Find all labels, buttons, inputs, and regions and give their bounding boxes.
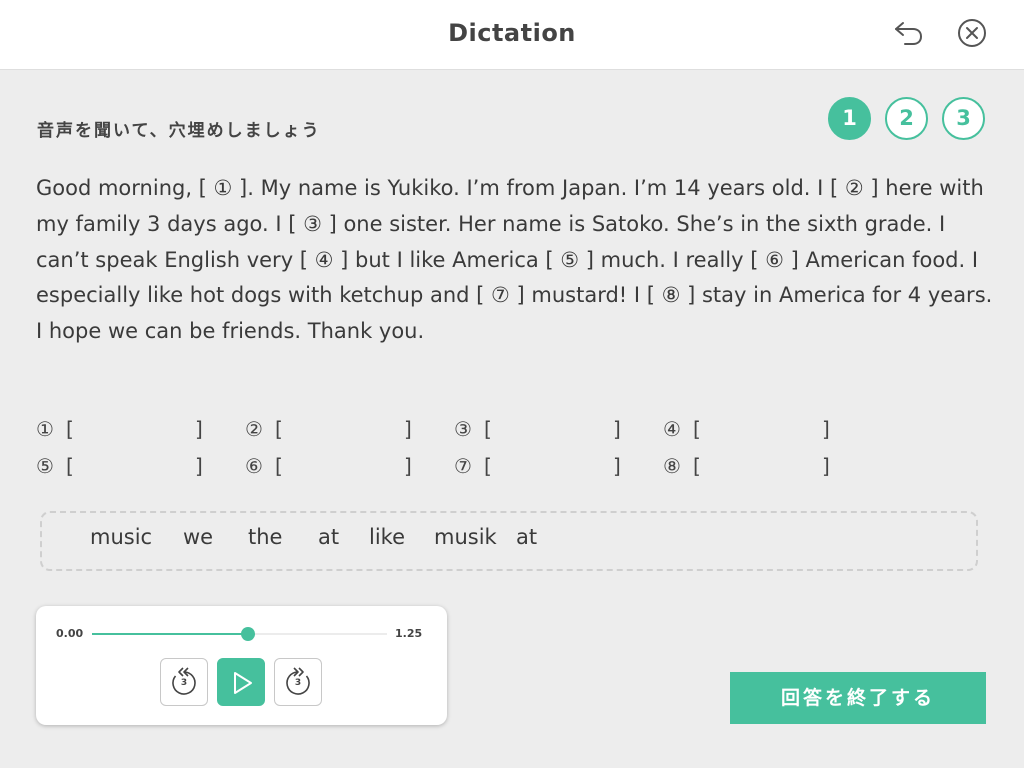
word-chip[interactable]: music bbox=[90, 525, 152, 549]
seek-slider[interactable] bbox=[92, 627, 387, 641]
open-bracket: [ bbox=[66, 417, 74, 441]
word-chip[interactable]: musik bbox=[434, 525, 497, 549]
seek-progress bbox=[92, 633, 249, 635]
open-bracket: [ bbox=[484, 454, 492, 478]
back-button[interactable] bbox=[892, 17, 924, 49]
forward-button[interactable]: 3 bbox=[274, 658, 322, 706]
play-icon bbox=[234, 672, 252, 694]
undo-arrow-icon bbox=[895, 22, 923, 45]
answer-blank-8[interactable]: ⑧ [ ] bbox=[663, 451, 833, 481]
answer-blank-2[interactable]: ② [ ] bbox=[245, 414, 415, 444]
close-bracket: ] bbox=[404, 454, 412, 478]
close-bracket: ] bbox=[404, 417, 412, 441]
rewind-seconds: 3 bbox=[180, 678, 188, 688]
answer-number: ⑦ bbox=[454, 454, 472, 478]
step-2-button[interactable]: 2 bbox=[885, 97, 928, 140]
close-bracket: ] bbox=[613, 454, 621, 478]
step-1-button[interactable]: 1 bbox=[828, 97, 871, 140]
word-chip[interactable]: we bbox=[183, 525, 213, 549]
play-button[interactable] bbox=[217, 658, 265, 706]
word-chip[interactable]: at bbox=[318, 525, 339, 549]
forward-seconds: 3 bbox=[294, 678, 302, 688]
close-bracket: ] bbox=[195, 454, 203, 478]
close-button[interactable] bbox=[956, 17, 988, 49]
answer-number: ① bbox=[36, 417, 54, 441]
word-chip[interactable]: the bbox=[248, 525, 282, 549]
answer-blank-6[interactable]: ⑥ [ ] bbox=[245, 451, 415, 481]
open-bracket: [ bbox=[693, 454, 701, 478]
open-bracket: [ bbox=[484, 417, 492, 441]
answer-number: ④ bbox=[663, 417, 681, 441]
finish-answer-button[interactable]: 回答を終了する bbox=[730, 672, 986, 724]
open-bracket: [ bbox=[275, 454, 283, 478]
close-bracket: ] bbox=[822, 417, 830, 441]
answer-number: ⑥ bbox=[245, 454, 263, 478]
step-3-button[interactable]: 3 bbox=[942, 97, 985, 140]
answer-blank-4[interactable]: ④ [ ] bbox=[663, 414, 833, 444]
header-bar: Dictation bbox=[0, 0, 1024, 70]
open-bracket: [ bbox=[66, 454, 74, 478]
answer-number: ⑧ bbox=[663, 454, 681, 478]
word-bank: music we the at like musik at bbox=[40, 511, 978, 571]
open-bracket: [ bbox=[693, 417, 701, 441]
rewind-button[interactable]: 3 bbox=[160, 658, 208, 706]
answer-blank-1[interactable]: ① [ ] bbox=[36, 414, 206, 444]
instruction-text: 音声を聞いて、穴埋めしましょう bbox=[37, 121, 321, 141]
answer-blank-7[interactable]: ⑦ [ ] bbox=[454, 451, 624, 481]
time-end: 1.25 bbox=[395, 627, 423, 640]
close-bracket: ] bbox=[195, 417, 203, 441]
word-chip[interactable]: at bbox=[516, 525, 537, 549]
close-circle-icon bbox=[958, 19, 986, 47]
close-bracket: ] bbox=[822, 454, 830, 478]
answer-number: ⑤ bbox=[36, 454, 54, 478]
seek-handle[interactable] bbox=[241, 627, 256, 641]
time-start: 0.00 bbox=[56, 627, 84, 640]
answer-blank-5[interactable]: ⑤ [ ] bbox=[36, 451, 206, 481]
open-bracket: [ bbox=[275, 417, 283, 441]
audio-player: 0.00 1.25 3 3 bbox=[36, 606, 447, 725]
answer-number: ② bbox=[245, 417, 263, 441]
answer-blank-3[interactable]: ③ [ ] bbox=[454, 414, 624, 444]
passage-text: Good morning, [ ① ]. My name is Yukiko. … bbox=[36, 176, 993, 344]
page-title: Dictation bbox=[448, 19, 576, 47]
close-bracket: ] bbox=[613, 417, 621, 441]
answer-number: ③ bbox=[454, 417, 472, 441]
word-chip[interactable]: like bbox=[369, 525, 405, 549]
